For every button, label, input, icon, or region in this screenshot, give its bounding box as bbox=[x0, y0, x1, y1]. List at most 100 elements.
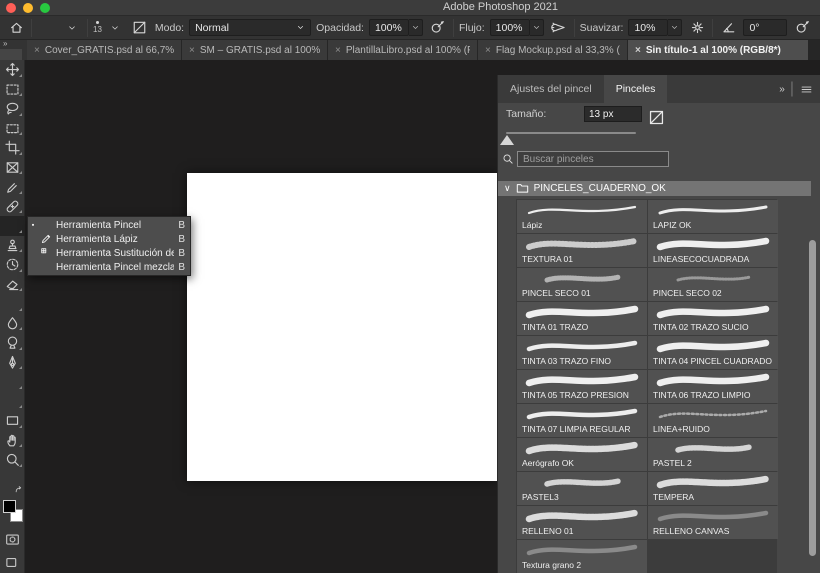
document-tab-active[interactable]: ×Sin título-1 al 100% (RGB/8*) bbox=[628, 40, 809, 60]
quick-mask-button[interactable] bbox=[0, 532, 25, 547]
brush-preset[interactable]: TEMPERA bbox=[648, 472, 778, 505]
brush-preset-picker[interactable]: 13 bbox=[93, 18, 125, 38]
default-colors-icon[interactable] bbox=[1, 484, 12, 495]
tool-pen[interactable] bbox=[0, 353, 25, 373]
tool-blur[interactable] bbox=[0, 314, 25, 334]
minimize-window-button[interactable] bbox=[23, 3, 33, 13]
foreground-color-swatch[interactable] bbox=[3, 500, 16, 513]
tool-path-selection[interactable] bbox=[0, 392, 25, 412]
brush-tool-icon[interactable] bbox=[37, 18, 57, 38]
brush-preset-name: LINEA+RUIDO bbox=[653, 424, 710, 434]
tool-move[interactable] bbox=[0, 60, 25, 80]
airbrush-icon[interactable] bbox=[549, 18, 569, 38]
tool-zoom[interactable] bbox=[0, 450, 25, 470]
panel-menu-icon[interactable] bbox=[800, 83, 813, 96]
document-tab[interactable]: ×PlantillaLibro.psd al 100% (F… bbox=[328, 40, 478, 60]
brush-preset[interactable]: PINCEL SECO 01 bbox=[517, 268, 647, 301]
pressure-size-icon[interactable] bbox=[792, 18, 812, 38]
opacity-value-box[interactable]: 100% bbox=[369, 19, 409, 36]
tool-lasso[interactable] bbox=[0, 99, 25, 119]
brush-preset[interactable]: TINTA 03 TRAZO FINO bbox=[517, 336, 647, 369]
brush-preset[interactable]: TEXTURA 01 bbox=[517, 234, 647, 267]
brush-preset[interactable]: TINTA 01 TRAZO bbox=[517, 302, 647, 335]
tool-eraser[interactable] bbox=[0, 275, 25, 295]
brush-group-header[interactable]: ∨ PINCELES_CUADERNO_OK bbox=[498, 181, 811, 196]
brush-angle-value-box[interactable]: 0° bbox=[743, 19, 787, 36]
document-tab[interactable]: ×Flag Mockup.psd al 33,3% (M… bbox=[478, 40, 628, 60]
collapse-panel-icon[interactable]: » bbox=[779, 84, 784, 95]
tool-gradient[interactable] bbox=[0, 294, 25, 314]
tool-spot-healing-brush[interactable] bbox=[0, 197, 25, 217]
brush-size-slider-track[interactable] bbox=[506, 132, 636, 134]
brush-preset[interactable]: Lápiz bbox=[517, 200, 647, 233]
brush-size-input[interactable] bbox=[584, 106, 642, 122]
tool-object-selection[interactable] bbox=[0, 119, 25, 139]
brush-preset[interactable]: TINTA 07 LIMPIA REGULAR bbox=[517, 404, 647, 437]
toolbar-collapse-icon[interactable]: » bbox=[3, 39, 6, 48]
smoothing-value-box[interactable]: 10% bbox=[628, 19, 668, 36]
document-tab[interactable]: ×Cover_GRATIS.psd al 66,7% (… bbox=[27, 40, 182, 60]
document-canvas[interactable] bbox=[187, 173, 497, 481]
flow-value-box[interactable]: 100% bbox=[490, 19, 530, 36]
flyout-item-mixer[interactable]: Herramienta Pincel mezcladorB bbox=[28, 260, 190, 274]
tool-preset-chevron-icon[interactable] bbox=[62, 18, 82, 38]
home-icon[interactable] bbox=[6, 18, 26, 38]
tab-brushes[interactable]: Pinceles bbox=[604, 75, 668, 103]
brush-preset[interactable]: LAPIZ OK bbox=[648, 200, 778, 233]
brush-preset[interactable]: Aerógrafo OK bbox=[517, 438, 647, 471]
brush-size-slider-thumb[interactable] bbox=[500, 135, 514, 145]
tool-type[interactable]: T bbox=[0, 372, 25, 392]
group-expand-chevron-icon[interactable]: ∨ bbox=[504, 183, 511, 194]
brush-preset[interactable]: TINTA 04 PINCEL CUADRADO bbox=[648, 336, 778, 369]
smoothing-options-gear-icon[interactable] bbox=[687, 18, 707, 38]
tool-history-brush[interactable] bbox=[0, 255, 25, 275]
tool-clone-stamp[interactable] bbox=[0, 236, 25, 256]
brush-preset[interactable]: LINEA+RUIDO bbox=[648, 404, 778, 437]
tool-hand[interactable] bbox=[0, 431, 25, 451]
tool-eyedropper[interactable] bbox=[0, 177, 25, 197]
document-tab[interactable]: ×SM – GRATIS.psd al 100% (M… bbox=[182, 40, 328, 60]
brush-preset[interactable]: PASTEL3 bbox=[517, 472, 647, 505]
smoothing-chevron-icon[interactable] bbox=[668, 19, 682, 36]
brush-preset[interactable]: LINEASECOCUADRADA bbox=[648, 234, 778, 267]
flyout-item-brush[interactable]: ▪Herramienta PincelB bbox=[28, 218, 190, 232]
brush-preset[interactable]: PINCEL SECO 02 bbox=[648, 268, 778, 301]
toolbar-grip[interactable] bbox=[0, 49, 22, 60]
blend-mode-select[interactable]: Normal bbox=[189, 19, 311, 36]
close-tab-icon[interactable]: × bbox=[635, 45, 641, 56]
brush-preset-name: TINTA 07 LIMPIA REGULAR bbox=[522, 424, 631, 434]
swap-colors-icon[interactable] bbox=[13, 484, 24, 495]
flyout-item-colorreplace[interactable]: Herramienta Sustitución de colorB bbox=[28, 246, 190, 260]
flow-chevron-icon[interactable] bbox=[530, 19, 544, 36]
brush-settings-toggle-icon[interactable] bbox=[648, 109, 665, 126]
tool-dodge[interactable] bbox=[0, 333, 25, 353]
brush-preset[interactable]: RELLENO 01 bbox=[517, 506, 647, 539]
tool-frame[interactable] bbox=[0, 158, 25, 178]
close-tab-icon[interactable]: × bbox=[189, 45, 195, 56]
tool-rectangle-shape[interactable] bbox=[0, 411, 25, 431]
tab-brush-settings[interactable]: Ajustes del pincel bbox=[498, 75, 604, 103]
close-tab-icon[interactable]: × bbox=[34, 45, 40, 56]
screen-mode-button[interactable] bbox=[0, 554, 25, 569]
close-window-button[interactable] bbox=[6, 3, 16, 13]
tool-crop[interactable] bbox=[0, 138, 25, 158]
brush-preset[interactable]: PASTEL 2 bbox=[648, 438, 778, 471]
brush-preset[interactable]: TINTA 02 TRAZO SUCIO bbox=[648, 302, 778, 335]
brush-search-input[interactable] bbox=[517, 151, 669, 167]
zoom-window-button[interactable] bbox=[40, 3, 50, 13]
brush-preset[interactable]: TINTA 06 TRAZO LIMPIO bbox=[648, 370, 778, 403]
brush-preset[interactable]: TINTA 05 TRAZO PRESION bbox=[517, 370, 647, 403]
tool-rectangular-marquee[interactable] bbox=[0, 80, 25, 100]
brush-preset[interactable]: RELLENO CANVAS bbox=[648, 506, 778, 539]
brush-preset[interactable]: Textura grano 2 bbox=[517, 540, 647, 573]
panel-scrollbar[interactable] bbox=[809, 240, 816, 556]
toggle-brush-settings-panel-icon[interactable] bbox=[130, 18, 150, 38]
brush-picker-chevron-icon[interactable] bbox=[105, 18, 125, 38]
tool-brush[interactable] bbox=[0, 216, 25, 236]
close-tab-icon[interactable]: × bbox=[485, 45, 491, 56]
pressure-opacity-icon[interactable] bbox=[428, 18, 448, 38]
close-tab-icon[interactable]: × bbox=[335, 45, 341, 56]
opacity-chevron-icon[interactable] bbox=[409, 19, 423, 36]
folder-icon bbox=[516, 182, 529, 195]
flyout-item-pencil[interactable]: Herramienta LápizB bbox=[28, 232, 190, 246]
